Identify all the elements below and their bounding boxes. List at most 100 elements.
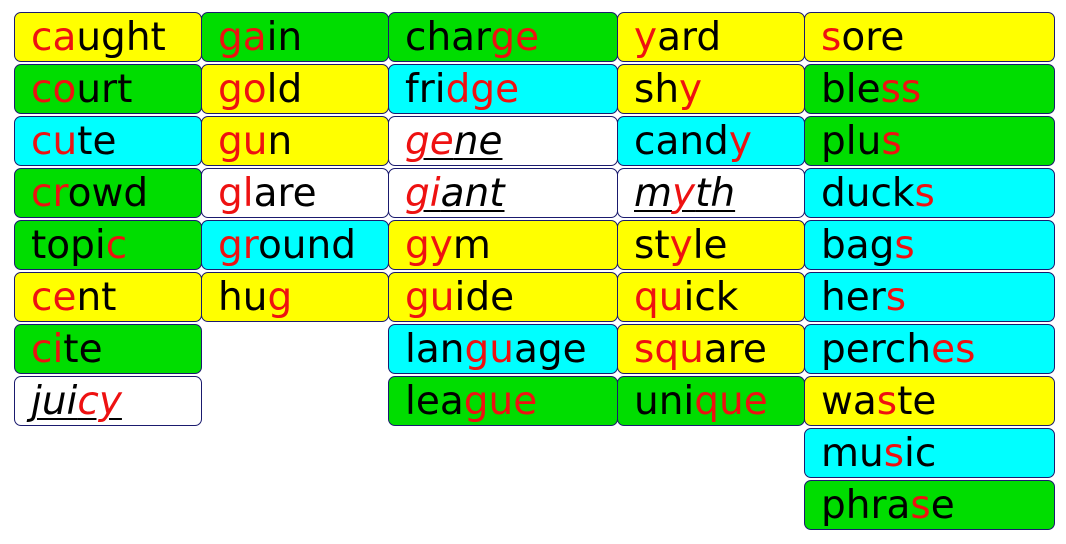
- plain-letters: owd: [67, 171, 149, 216]
- word-tile: sore: [804, 12, 1055, 62]
- highlighted-letters: y: [634, 15, 658, 60]
- highlighted-letters: gu: [405, 275, 455, 320]
- phonics-word-grid: caught court cute crowd topic cent cite juicy g…: [0, 0, 1066, 544]
- plain-letters: le: [692, 223, 728, 268]
- highlighted-letters: ca: [31, 15, 77, 60]
- plain-letters: ick: [683, 275, 739, 320]
- word-text: quick: [634, 275, 738, 320]
- plain-letters: ught: [76, 15, 166, 60]
- word-tile: style: [617, 220, 805, 270]
- word-text: ducks: [821, 171, 935, 216]
- highlighted-letters: y: [669, 223, 693, 268]
- plain-letters: lea: [405, 379, 464, 424]
- word-tile: glare: [201, 168, 389, 218]
- word-tile: hug: [201, 272, 389, 322]
- word-tile: topic: [14, 220, 202, 270]
- highlighted-letters: gi: [405, 171, 441, 216]
- word-tile: league: [388, 376, 618, 426]
- highlighted-letters: s: [914, 171, 935, 216]
- plain-letters: ore: [841, 15, 905, 60]
- word-tile: phrase: [804, 480, 1055, 530]
- word-tile: quick: [617, 272, 805, 322]
- highlighted-letters: cr: [31, 171, 68, 216]
- word-text: square: [634, 327, 767, 372]
- plain-letters: ound: [257, 223, 356, 268]
- plain-letters: jui: [31, 379, 78, 424]
- word-tile: guide: [388, 272, 618, 322]
- word-tile: charge: [388, 12, 618, 62]
- word-text: guide: [405, 275, 514, 320]
- word-text: bless: [821, 67, 921, 112]
- word-tile: ducks: [804, 168, 1055, 218]
- word-tile: gold: [201, 64, 389, 114]
- plain-letters: mu: [821, 431, 884, 476]
- word-text: plus: [821, 119, 902, 164]
- word-text: waste: [821, 379, 936, 424]
- highlighted-letters: gr: [218, 223, 258, 268]
- word-text: cute: [31, 119, 116, 164]
- word-tile: ground: [201, 220, 389, 270]
- highlighted-letters: ga: [218, 15, 267, 60]
- plain-letters: topi: [31, 223, 106, 268]
- plain-letters: fri: [405, 67, 446, 112]
- plain-letters: nt: [76, 275, 117, 320]
- plain-letters: st: [634, 223, 670, 268]
- word-tile: language: [388, 324, 618, 374]
- word-tile: cite: [14, 324, 202, 374]
- word-text: phrase: [821, 483, 955, 528]
- plain-letters: e: [930, 483, 955, 528]
- word-tile: waste: [804, 376, 1055, 426]
- word-text: gene: [405, 119, 502, 164]
- highlighted-letters: ge: [490, 15, 540, 60]
- word-tile: unique: [617, 376, 805, 426]
- word-text: hug: [218, 275, 292, 320]
- highlighted-letters: co: [31, 67, 77, 112]
- highlighted-letters: ci: [31, 327, 64, 372]
- word-tile: plus: [804, 116, 1055, 166]
- plain-letters: are: [703, 327, 767, 372]
- plain-letters: uni: [634, 379, 695, 424]
- word-text: gain: [218, 15, 302, 60]
- word-text: court: [31, 67, 132, 112]
- word-text: charge: [405, 15, 539, 60]
- highlighted-letters: s: [876, 379, 898, 424]
- plain-letters: bag: [821, 223, 895, 268]
- highlighted-letters: ge: [405, 119, 454, 164]
- word-tile: gene: [388, 116, 618, 166]
- word-text: language: [405, 327, 587, 372]
- word-text: style: [634, 223, 728, 268]
- highlighted-letters: s: [910, 483, 931, 528]
- plain-letters: ble: [821, 67, 881, 112]
- word-text: candy: [634, 119, 752, 164]
- plain-letters: in: [266, 15, 303, 60]
- highlighted-letters: squ: [634, 327, 704, 372]
- highlighted-letters: gu: [218, 119, 268, 164]
- word-tile: fridge: [388, 64, 618, 114]
- plain-letters: sh: [634, 67, 680, 112]
- plain-letters: wa: [821, 379, 877, 424]
- highlighted-letters: s: [894, 223, 915, 268]
- word-tile: music: [804, 428, 1055, 478]
- highlighted-letters: s: [821, 15, 842, 60]
- word-tile: cent: [14, 272, 202, 322]
- highlighted-letters: cu: [31, 119, 78, 164]
- word-text: caught: [31, 15, 166, 60]
- plain-letters: hu: [218, 275, 268, 320]
- word-tile: bless: [804, 64, 1055, 114]
- highlighted-letters: s: [883, 431, 905, 476]
- word-text: topic: [31, 223, 127, 268]
- word-text: yard: [634, 15, 721, 60]
- plain-letters: her: [821, 275, 886, 320]
- highlighted-letters: go: [218, 67, 267, 112]
- plain-letters: ard: [657, 15, 722, 60]
- plain-letters: m: [634, 171, 672, 216]
- highlighted-letters: g: [267, 275, 293, 320]
- word-tile: yard: [617, 12, 805, 62]
- word-text: gold: [218, 67, 302, 112]
- word-tile: court: [14, 64, 202, 114]
- word-text: music: [821, 431, 936, 476]
- highlighted-letters: gu: [464, 327, 514, 372]
- word-text: giant: [405, 171, 505, 216]
- plain-letters: phra: [821, 483, 911, 528]
- word-text: cite: [31, 327, 103, 372]
